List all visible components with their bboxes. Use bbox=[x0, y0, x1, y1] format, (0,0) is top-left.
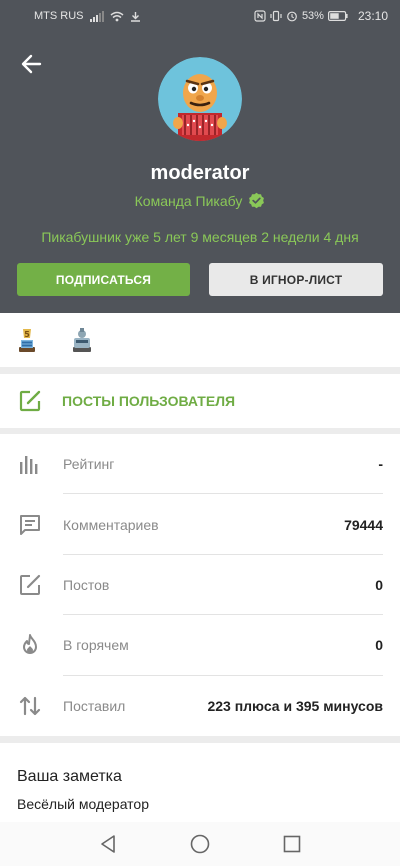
avatar[interactable] bbox=[158, 57, 242, 141]
stat-value: 79444 bbox=[344, 516, 383, 533]
verified-badge-icon bbox=[249, 192, 265, 209]
stat-value: 223 плюса и 395 минусов bbox=[207, 697, 383, 714]
username: moderator bbox=[150, 162, 250, 184]
user-posts-label: ПОСТЫ ПОЛЬЗОВАТЕЛЯ bbox=[62, 393, 236, 409]
stat-value: - bbox=[378, 456, 383, 473]
signal-icon bbox=[89, 10, 104, 22]
stats-list: Рейтинг - Комментариев 79444 Постов 0 В … bbox=[0, 434, 400, 736]
member-since: Пикабушник уже 5 лет 9 месяцев 2 недели … bbox=[41, 229, 359, 245]
note-text: Весёлый модератор bbox=[17, 796, 150, 812]
awards-row: 5 bbox=[0, 313, 400, 367]
team-label: Команда Пикабу bbox=[134, 192, 243, 209]
ignore-list-button[interactable]: В ИГНОР-ЛИСТ bbox=[209, 263, 383, 296]
award-5-years-icon[interactable]: 5 bbox=[16, 327, 38, 353]
nav-recents-icon[interactable] bbox=[281, 833, 303, 855]
stat-row-posts: Постов 0 bbox=[0, 555, 400, 616]
stat-label: Поставил bbox=[63, 697, 126, 714]
stat-label: Комментариев bbox=[63, 516, 159, 533]
note-title: Ваша заметка bbox=[17, 768, 122, 785]
nfc-icon bbox=[254, 10, 266, 22]
stat-row-hot: В горячем 0 bbox=[0, 615, 400, 676]
vibrate-icon bbox=[270, 10, 282, 22]
stat-row-votes: Поставил 223 плюса и 395 минусов bbox=[0, 676, 400, 736]
swap-vertical-icon bbox=[19, 696, 41, 715]
nav-back-icon[interactable] bbox=[97, 833, 119, 855]
subscribe-button[interactable]: ПОДПИСАТЬСЯ bbox=[17, 263, 190, 296]
stat-value: 0 bbox=[375, 637, 383, 654]
clock: 23:10 bbox=[357, 9, 388, 23]
nav-home-icon[interactable] bbox=[189, 833, 211, 855]
comment-icon bbox=[20, 514, 40, 535]
flame-icon bbox=[23, 634, 37, 655]
bar-chart-icon bbox=[20, 456, 38, 475]
carrier-label: MTS RUS bbox=[34, 10, 84, 22]
stat-row-rating: Рейтинг - bbox=[0, 434, 400, 495]
stat-row-comments: Комментариев 79444 bbox=[0, 494, 400, 555]
back-arrow-icon[interactable] bbox=[18, 50, 46, 78]
stat-value: 0 bbox=[375, 576, 383, 593]
status-bar: MTS RUS 53% 23:10 bbox=[0, 0, 400, 32]
system-nav-bar bbox=[0, 822, 400, 866]
stat-label: Постов bbox=[63, 576, 110, 593]
edit-icon bbox=[19, 390, 41, 412]
team-line: Команда Пикабу bbox=[0, 192, 400, 209]
user-note[interactable]: Ваша заметка Весёлый модератор bbox=[0, 743, 400, 823]
wifi-icon bbox=[110, 11, 123, 21]
download-icon bbox=[130, 11, 140, 22]
stat-label: Рейтинг bbox=[63, 456, 115, 473]
battery-icon bbox=[327, 11, 348, 21]
stat-label: В горячем bbox=[63, 637, 129, 654]
edit-icon bbox=[20, 574, 41, 595]
alarm-icon bbox=[287, 11, 297, 22]
profile-header: moderator Команда Пикабу Пикабушник уже … bbox=[0, 32, 400, 313]
award-icon[interactable] bbox=[70, 327, 94, 353]
user-posts-link[interactable]: ПОСТЫ ПОЛЬЗОВАТЕЛЯ bbox=[0, 374, 400, 428]
svg-text:5: 5 bbox=[24, 330, 30, 339]
battery-percent: 53% bbox=[301, 10, 324, 22]
